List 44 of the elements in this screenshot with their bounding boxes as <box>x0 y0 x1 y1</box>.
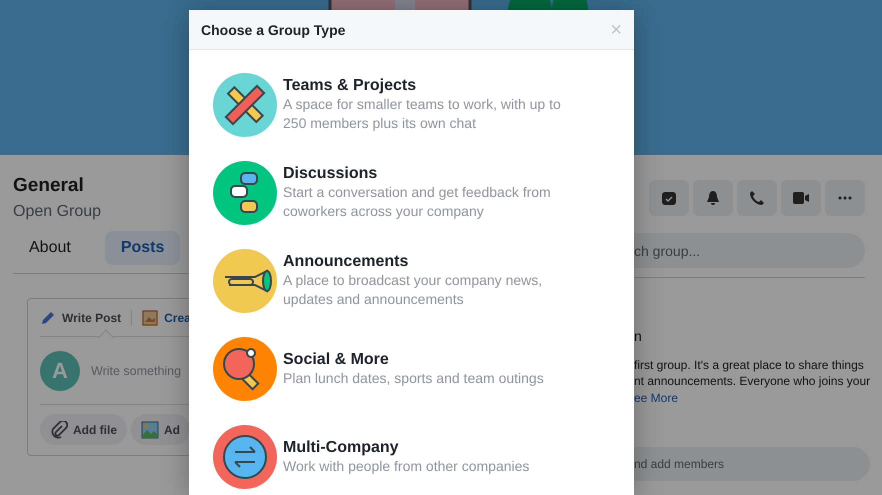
see-more-link[interactable]: ee More <box>634 391 678 405</box>
picture-frame-icon <box>142 310 158 326</box>
option-description: A space for smaller teams to work, with up to 250 members plus its own chat <box>283 95 562 133</box>
option-description: A place to broadcast your company news, updates and announcements <box>283 271 544 309</box>
about-heading: n <box>634 328 643 344</box>
post-input-field[interactable]: Write something <box>91 364 182 378</box>
horn-icon <box>213 249 277 313</box>
composer-action-button[interactable]: Ad <box>131 414 190 445</box>
pencil-ruler-icon <box>213 73 277 137</box>
video-camera-icon <box>792 190 810 206</box>
composer-tab[interactable]: Write Post <box>40 310 132 326</box>
search-field[interactable]: ch group... <box>634 233 865 268</box>
avatar: A <box>40 350 80 390</box>
composer-action-button[interactable]: Add file <box>40 414 127 445</box>
dialog-title: Choose a Group Type <box>201 22 346 38</box>
image-icon <box>141 420 159 438</box>
group-privacy: Open Group <box>13 203 102 221</box>
option-description: Start a conversation and get feedback from coworkers across your company <box>283 183 552 221</box>
group-name: General <box>13 175 85 197</box>
ping-pong-paddle-icon <box>213 337 277 401</box>
add-members-field[interactable]: nd add members <box>634 447 870 481</box>
about-text: first group. It's a great place to share things <box>634 357 865 373</box>
about-text: nt announcements. Everyone who joins your <box>634 373 872 389</box>
video-call-button[interactable] <box>781 180 821 216</box>
pencil-icon <box>40 310 56 326</box>
swap-arrows-icon <box>213 425 277 489</box>
phone-icon <box>749 190 765 206</box>
option-title[interactable]: Multi-Company <box>283 438 530 456</box>
call-button[interactable] <box>737 180 777 216</box>
inbox-button[interactable] <box>649 180 689 216</box>
option-title[interactable]: Discussions <box>283 165 579 183</box>
tab[interactable]: Posts <box>104 231 180 265</box>
option-title[interactable]: Announcements <box>283 253 579 271</box>
inbox-icon <box>661 190 677 206</box>
option-title[interactable]: Teams & Projects <box>283 77 579 95</box>
option-title[interactable]: Social & More <box>283 350 544 368</box>
bell-icon <box>705 190 721 206</box>
option-description: Work with people from other companies <box>283 456 530 476</box>
paperclip-icon <box>50 420 68 438</box>
chat-bubbles-icon <box>213 161 277 225</box>
option-description: Plan lunch dates, sports and team outings <box>283 368 544 388</box>
more-icon <box>838 196 852 200</box>
notifications-button[interactable] <box>693 180 733 216</box>
tab[interactable]: About <box>13 231 87 265</box>
